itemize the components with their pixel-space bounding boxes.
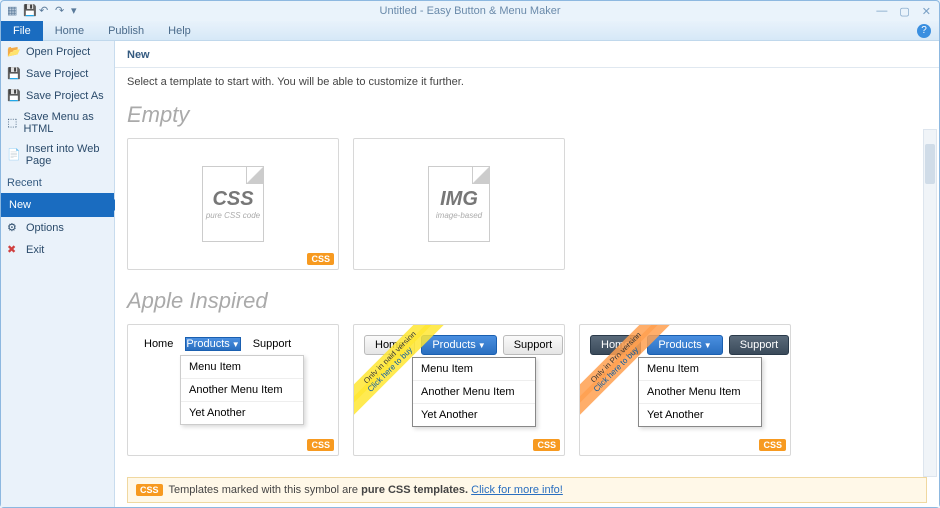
template-apple-2[interactable]: Only in paid version Click here to buy H… bbox=[353, 324, 565, 456]
vertical-scrollbar[interactable] bbox=[923, 129, 937, 477]
img-big-label: IMG bbox=[440, 188, 478, 211]
demo-home: Home bbox=[590, 335, 641, 355]
demo-support: Support bbox=[729, 335, 790, 355]
demo-home: Home bbox=[364, 335, 415, 355]
demo-item: Menu Item bbox=[413, 358, 535, 381]
img-small-label: image-based bbox=[436, 211, 482, 220]
insert-icon: 📄 bbox=[7, 148, 21, 162]
template-scroll-area[interactable]: Empty CSS pure CSS code CSS IMG image-ba… bbox=[115, 96, 939, 473]
scrollbar-thumb[interactable] bbox=[925, 144, 935, 184]
save-as-icon: 💾 bbox=[7, 89, 21, 103]
section-apple-title: Apple Inspired bbox=[127, 288, 927, 314]
doc-icon: IMG image-based bbox=[428, 166, 490, 242]
folder-icon: 📂 bbox=[7, 45, 21, 59]
template-empty-css[interactable]: CSS pure CSS code CSS bbox=[127, 138, 339, 270]
html-icon: ⬚ bbox=[7, 116, 18, 130]
css-badge: CSS bbox=[307, 253, 334, 265]
sidebar-options[interactable]: ⚙ Options bbox=[1, 217, 114, 239]
css-big-label: CSS bbox=[212, 188, 253, 211]
tab-file[interactable]: File bbox=[1, 21, 43, 41]
demo-dropdown: Menu Item Another Menu Item Yet Another bbox=[412, 357, 536, 427]
sidebar-recent-header: Recent bbox=[1, 171, 114, 193]
demo-item: Another Menu Item bbox=[639, 381, 761, 404]
close-icon: ✖ bbox=[7, 243, 21, 257]
menubar: File Home Publish Help ? bbox=[1, 21, 939, 41]
demo-item: Menu Item bbox=[639, 358, 761, 381]
demo-item: Menu Item bbox=[181, 356, 303, 379]
save-icon: 💾 bbox=[7, 67, 21, 81]
doc-icon: CSS pure CSS code bbox=[202, 166, 264, 242]
css-badge: CSS bbox=[307, 439, 334, 451]
sidebar-save-label: Save Project bbox=[26, 68, 88, 80]
css-badge: CSS bbox=[533, 439, 560, 451]
tab-help[interactable]: Help bbox=[156, 22, 203, 40]
page-title: New bbox=[115, 41, 939, 68]
demo-dropdown: Menu Item Another Menu Item Yet Another bbox=[180, 355, 304, 425]
sidebar-exit[interactable]: ✖ Exit bbox=[1, 239, 114, 261]
sidebar-new-selected[interactable]: New bbox=[1, 193, 114, 217]
titlebar: ▦ 💾 ↶ ↷ ▾ Untitled - Easy Button & Menu … bbox=[1, 1, 939, 21]
footer-text: Templates marked with this symbol are pu… bbox=[169, 484, 563, 496]
footer-note: CSS Templates marked with this symbol ar… bbox=[127, 477, 927, 503]
sidebar-open-project[interactable]: 📂 Open Project bbox=[1, 41, 114, 63]
sidebar-options-label: Options bbox=[26, 222, 64, 234]
css-small-label: pure CSS code bbox=[206, 211, 260, 220]
demo-products: Products▼ bbox=[647, 335, 722, 355]
app-window: ▦ 💾 ↶ ↷ ▾ Untitled - Easy Button & Menu … bbox=[0, 0, 940, 508]
demo-support: Support bbox=[503, 335, 564, 355]
help-icon[interactable]: ? bbox=[917, 24, 931, 38]
minimize-button[interactable]: — bbox=[876, 5, 887, 18]
template-apple-3[interactable]: Only in Pro version Click here to buy Ho… bbox=[579, 324, 791, 456]
demo-item: Yet Another bbox=[639, 404, 761, 426]
demo-item: Another Menu Item bbox=[181, 379, 303, 402]
demo-home: Home bbox=[138, 335, 179, 353]
demo-item: Yet Another bbox=[413, 404, 535, 426]
content-pane: New Select a template to start with. You… bbox=[115, 41, 939, 507]
sidebar-savehtml-label: Save Menu as HTML bbox=[23, 111, 108, 135]
sidebar-save-project[interactable]: 💾 Save Project bbox=[1, 63, 114, 85]
footer-link[interactable]: Click for more info! bbox=[471, 484, 563, 496]
page-subtitle: Select a template to start with. You wil… bbox=[115, 68, 939, 96]
demo-dropdown: Menu Item Another Menu Item Yet Another bbox=[638, 357, 762, 427]
sidebar-insert-label: Insert into Web Page bbox=[26, 143, 108, 167]
gear-icon: ⚙ bbox=[7, 221, 21, 235]
demo-support: Support bbox=[247, 335, 298, 353]
section-empty-title: Empty bbox=[127, 102, 927, 128]
demo-item: Another Menu Item bbox=[413, 381, 535, 404]
sidebar-save-as[interactable]: 💾 Save Project As bbox=[1, 85, 114, 107]
template-empty-img[interactable]: IMG image-based bbox=[353, 138, 565, 270]
sidebar-save-html[interactable]: ⬚ Save Menu as HTML bbox=[1, 107, 114, 139]
window-title: Untitled - Easy Button & Menu Maker bbox=[1, 5, 939, 17]
css-badge: CSS bbox=[759, 439, 786, 451]
sidebar-saveas-label: Save Project As bbox=[26, 90, 104, 102]
tab-home[interactable]: Home bbox=[43, 22, 96, 40]
close-button[interactable]: ✕ bbox=[922, 5, 931, 18]
sidebar: 📂 Open Project 💾 Save Project 💾 Save Projec… bbox=[1, 41, 115, 507]
demo-products: Products▼ bbox=[421, 335, 496, 355]
css-badge: CSS bbox=[136, 484, 163, 496]
maximize-button[interactable]: ▢ bbox=[899, 5, 909, 18]
sidebar-open-label: Open Project bbox=[26, 46, 90, 58]
demo-item: Yet Another bbox=[181, 402, 303, 424]
demo-products: Products▼ bbox=[185, 337, 240, 351]
template-apple-1[interactable]: Home Products▼ Support Menu Item Another… bbox=[127, 324, 339, 456]
sidebar-exit-label: Exit bbox=[26, 244, 44, 256]
tab-publish[interactable]: Publish bbox=[96, 22, 156, 40]
sidebar-insert-page[interactable]: 📄 Insert into Web Page bbox=[1, 139, 114, 171]
